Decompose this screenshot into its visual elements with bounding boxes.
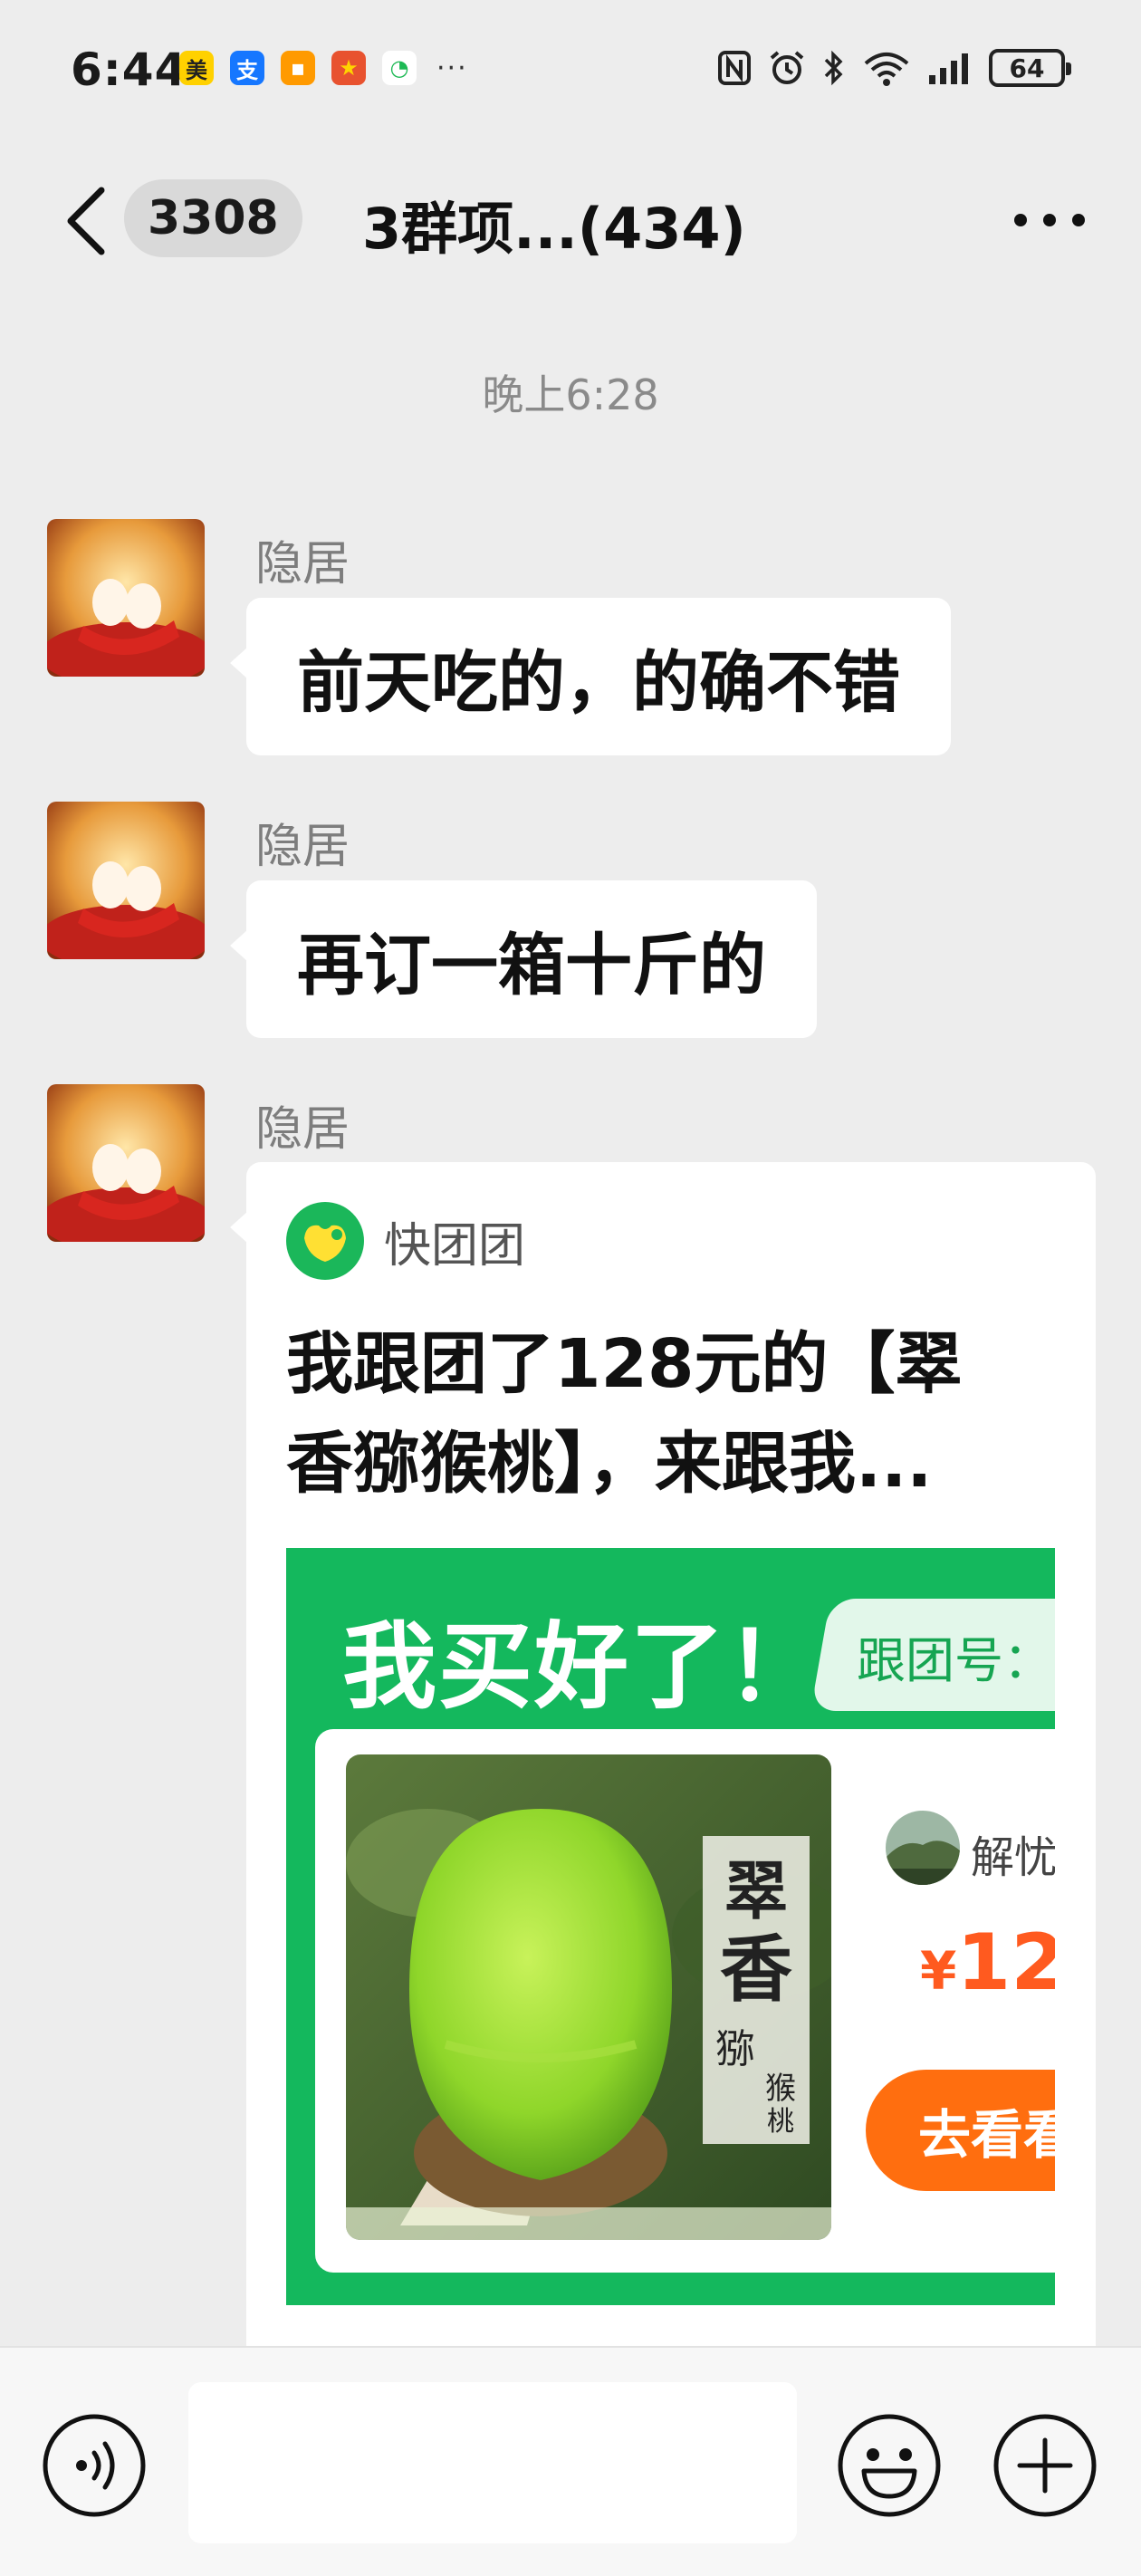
svg-text:猴: 猴 — [765, 2071, 796, 2107]
chat-title[interactable]: 3群项...(434) — [362, 183, 746, 264]
svg-text:桃: 桃 — [767, 2106, 794, 2138]
card-app-name: 快团团 — [384, 1218, 526, 1274]
more-notifications-icon: ··· — [436, 52, 468, 84]
nfc-icon — [718, 51, 751, 85]
battery-level: 64 — [1009, 53, 1045, 83]
avatar[interactable] — [47, 519, 205, 677]
svg-text:翠: 翠 — [724, 1853, 788, 1928]
view-button[interactable]: 去看看 — [866, 2070, 1055, 2191]
shared-miniprogram-card[interactable]: 快团团 我跟团了128元的【翠 香猕猴桃】，来跟我... 我买好了！ 跟团号： — [230, 1162, 1096, 2448]
bluetooth-icon — [824, 50, 843, 86]
system-icons: 64 — [717, 49, 1071, 87]
avatar[interactable] — [47, 1084, 205, 1242]
leader-avatar — [886, 1811, 960, 1885]
card-title: 我跟团了128元的【翠 香猕猴桃】，来跟我... — [286, 1325, 963, 1503]
price-symbol: ¥ — [920, 1940, 957, 2002]
kuaituantuan-logo-icon — [286, 1202, 364, 1280]
price-value: 128 — [956, 1918, 1055, 2008]
emoji-icon[interactable] — [837, 2413, 942, 2518]
status-time: 6:44 — [71, 43, 187, 96]
green-app-icon: ◔ — [382, 51, 417, 85]
svg-text:香: 香 — [720, 1927, 792, 2012]
dot — [1014, 214, 1027, 226]
message-bubble[interactable]: 再订一箱十斤的 — [230, 880, 817, 1038]
card-app-source: 快团团 — [286, 1202, 525, 1280]
unread-count-badge[interactable]: 3308 — [124, 179, 302, 257]
voice-input-icon[interactable] — [42, 2413, 147, 2518]
message-input[interactable] — [188, 2382, 797, 2543]
meituan-icon: 美 — [179, 51, 214, 85]
message-bubble[interactable]: 前天吃的，的确不错 — [230, 598, 951, 755]
chat-header: 3308 3群项...(434) — [0, 136, 1141, 308]
dot — [1072, 214, 1085, 226]
back-arrow-icon[interactable] — [60, 183, 114, 259]
kiwi-product-image: 翠 香 猕 猴 桃 — [346, 1754, 831, 2240]
message-timestamp: 晚上6:28 — [482, 370, 659, 419]
dot — [1043, 214, 1056, 226]
status-bar: 6:44 美 支 ▪ ★ ◔ ··· 64 — [0, 0, 1141, 136]
product-price: ¥128 — [920, 1918, 1055, 2008]
alipay-icon: 支 — [230, 51, 264, 85]
signal-icon — [929, 53, 968, 84]
game-app-icon: ★ — [331, 51, 366, 85]
chat-input-bar — [0, 2346, 1141, 2576]
notification-icons: 美 支 ▪ ★ ◔ ··· — [179, 51, 468, 85]
leader-name: 解忧 — [971, 1832, 1055, 1883]
sender-name: 隐居 — [255, 820, 350, 874]
group-number-label: 跟团号： — [857, 1632, 1052, 1689]
taobao-icon: ▪ — [281, 51, 315, 85]
more-options-icon[interactable] — [1014, 214, 1085, 226]
add-more-icon[interactable] — [992, 2413, 1098, 2518]
wifi-icon — [864, 53, 909, 86]
battery-icon: 64 — [989, 49, 1071, 87]
avatar[interactable] — [47, 802, 205, 959]
promo-headline: 我买好了！ — [342, 1611, 823, 1722]
alarm-icon — [770, 51, 804, 84]
svg-text:猕: 猕 — [715, 2026, 755, 2072]
sender-name: 隐居 — [255, 537, 350, 591]
sender-name: 隐居 — [255, 1102, 350, 1157]
promo-image: 我买好了！ 跟团号： 翠 香 猕 猴 桃 解忧 ¥12 去看看 — [286, 1548, 1055, 2305]
